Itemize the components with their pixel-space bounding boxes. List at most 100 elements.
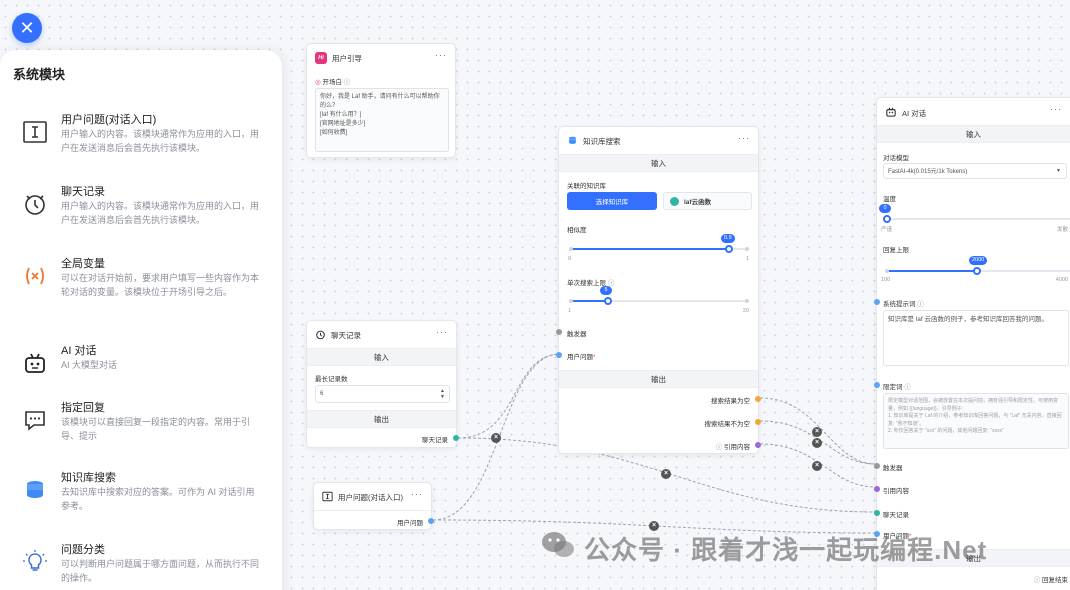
wire-history-to-kb-question[interactable] — [457, 353, 561, 439]
reply-limit-label: 回复上限 — [883, 247, 909, 254]
history-label: 聊天记录 — [883, 512, 909, 519]
help-icon[interactable]: ⓘ — [716, 444, 723, 451]
more-menu-icon[interactable]: ··· — [435, 50, 447, 60]
model-label: 对话模型 — [883, 155, 909, 162]
delete-wire-icon[interactable]: × — [491, 433, 501, 443]
trigger-label: 触发器 — [883, 465, 903, 472]
node-title: AI 对话 — [902, 108, 927, 118]
robot-icon — [885, 106, 897, 120]
more-menu-icon[interactable]: ··· — [411, 489, 423, 499]
question-node[interactable]: 用户问题(对话入口) ··· 用户问题 — [313, 482, 434, 530]
input-section-bar: 输入 — [559, 154, 758, 172]
field-icon: ◎ — [315, 79, 321, 86]
limit-textarea[interactable]: 限定模型对话范围，会被放置在本次提问前，拥有强引导和限定性。可使用变量，例如 {… — [883, 393, 1069, 449]
wechat-icon — [540, 530, 576, 567]
node-title: 用户引导 — [332, 53, 362, 63]
limit-port[interactable] — [874, 382, 880, 388]
delete-wire-icon[interactable]: × — [812, 427, 822, 437]
module-global-variable[interactable]: 全局变量 可以在对话开始前，要求用户填写一些内容作为本轮对话的变量。该模块位于开… — [0, 249, 282, 319]
delete-wire-icon[interactable]: × — [812, 461, 822, 471]
help-icon[interactable]: ⓘ — [917, 301, 924, 308]
output-port[interactable] — [453, 435, 459, 441]
welcome-textarea[interactable]: 你好，我是 Laf 助手，请问有什么可以帮助你的么？ [laf 有什么用？] [… — [315, 88, 449, 152]
output-empty-port[interactable] — [755, 396, 761, 402]
module-user-question[interactable]: 用户问题(对话入口) 用户输入的内容。该模块通常作为应用的入口，用户在发送消息后… — [0, 105, 282, 175]
delete-wire-icon[interactable]: × — [812, 438, 822, 448]
limit-slider[interactable]: 5 — [569, 286, 749, 305]
system-modules-panel: 系统模块 用户问题(对话入口) 用户输入的内容。该模块通常作为应用的入口，用户在… — [0, 50, 282, 590]
input-section-bar: 输入 — [877, 125, 1070, 143]
output-port[interactable] — [428, 518, 434, 524]
history-node[interactable]: 聊天记录 ··· 输入 最长记录数 6 ▲ ▼ 输出 聊天记录 — [306, 320, 459, 448]
limit-label: 限定词 — [883, 384, 903, 391]
output-empty-label: 搜索结果为空 — [711, 398, 750, 405]
module-chat-history[interactable]: 聊天记录 用户输入的内容。该模块通常作为应用的入口，用户在发送消息后会首先执行该… — [0, 177, 282, 247]
help-icon[interactable]: ⓘ — [904, 384, 911, 391]
database-icon — [20, 475, 50, 505]
kb-search-node[interactable]: 知识库搜索 ··· 输入 关联的知识库 选择知识库 laf云函数 相似度 0.9… — [556, 126, 761, 454]
kb-label: 关联的知识库 — [567, 183, 606, 190]
similarity-slider[interactable]: 0.9 — [569, 234, 749, 253]
output-label: 聊天记录 — [422, 437, 448, 444]
variable-icon — [20, 261, 50, 291]
max-history-input[interactable]: 6 ▲ ▼ — [315, 385, 450, 403]
kb-chip[interactable]: laf云函数 — [663, 192, 752, 210]
question-port[interactable] — [556, 352, 562, 358]
temperature-slider[interactable]: 0 — [879, 204, 1070, 223]
guide-node[interactable]: Hi 用户引导 ··· ◎ 开场白 ⓘ 你好，我是 Laf 助手，请问有什么可以… — [306, 43, 456, 158]
watermark: 公众号 · 跟着才浅一起玩编程.Net — [540, 530, 987, 567]
module-specified-reply[interactable]: 指定回复 该模块可以直接回复一段指定的内容。常用于引导、提示 — [0, 393, 282, 463]
reply-limit-slider[interactable]: 2000 — [885, 256, 1070, 275]
similarity-label: 相似度 — [567, 227, 587, 234]
output-quote-port[interactable] — [755, 442, 761, 448]
reply-bubble-icon — [20, 405, 50, 435]
history-clock-icon — [315, 329, 326, 342]
node-title: 用户问题(对话入口) — [338, 493, 403, 502]
temperature-label: 温度 — [883, 196, 896, 203]
field-label: 最长记录数 — [315, 376, 348, 383]
more-menu-icon[interactable]: ··· — [436, 327, 448, 337]
laf-logo-icon — [670, 196, 679, 206]
model-select[interactable]: FastAI-4k(0.015元/1k Tokens) ▼ — [883, 163, 1067, 179]
node-title: 知识库搜索 — [583, 137, 621, 146]
trigger-port[interactable] — [874, 463, 880, 469]
delete-wire-icon[interactable]: × — [661, 469, 671, 479]
close-panel-button[interactable]: ✕ — [12, 13, 42, 43]
question-label: 用户问题 — [567, 354, 593, 361]
input-section-bar: 输入 — [307, 348, 456, 366]
history-port[interactable] — [874, 510, 880, 516]
help-icon[interactable]: ⓘ — [344, 79, 351, 86]
module-knowledge-search[interactable]: 知识库搜索 去知识库中搜索对应的答案。可作为 AI 对话引用参考。 — [0, 463, 282, 533]
quote-port[interactable] — [874, 486, 880, 492]
reply-end-label: 回复结束 — [1042, 577, 1068, 584]
trigger-port[interactable] — [556, 329, 562, 335]
output-label: 用户问题 — [397, 520, 423, 527]
stepper-icon[interactable]: ▲ ▼ — [440, 388, 445, 400]
panel-title: 系统模块 — [13, 67, 66, 82]
system-prompt-textarea[interactable]: 知识库是 laf 云函数的例子，参考知识库回答我的问题。 — [883, 310, 1069, 366]
bulb-icon — [20, 547, 50, 577]
ai-chat-node[interactable]: AI 对话 ··· 输入 对话模型 FastAI-4k(0.015元/1k To… — [874, 97, 1070, 590]
select-kb-button[interactable]: 选择知识库 — [567, 192, 657, 210]
hi-badge-icon: Hi — [315, 52, 327, 64]
text-cursor-icon — [20, 117, 50, 147]
limit-label: 单次搜索上限 — [567, 280, 606, 287]
output-quote-label: 引用内容 — [724, 444, 750, 451]
help-icon[interactable]: ⓘ — [1034, 577, 1041, 584]
history-clock-icon — [20, 189, 50, 219]
field-label: 开场白 — [322, 79, 342, 86]
output-notempty-port[interactable] — [755, 419, 761, 425]
node-title: 聊天记录 — [331, 331, 361, 340]
output-section-bar: 输出 — [559, 370, 758, 388]
quote-label: 引用内容 — [883, 488, 909, 495]
close-icon: ✕ — [19, 17, 35, 38]
prompt-port[interactable] — [874, 299, 880, 305]
module-question-classify[interactable]: 问题分类 可以判断用户问题属于哪方面问题，从而执行不同的操作。 — [0, 535, 282, 590]
more-menu-icon[interactable]: ··· — [1050, 104, 1062, 114]
more-menu-icon[interactable]: ··· — [738, 133, 750, 143]
database-icon — [567, 135, 578, 148]
robot-icon — [20, 348, 50, 378]
output-notempty-label: 搜索结果不为空 — [704, 421, 751, 428]
trigger-label: 触发器 — [567, 331, 587, 338]
output-section-bar: 输出 — [307, 410, 456, 428]
